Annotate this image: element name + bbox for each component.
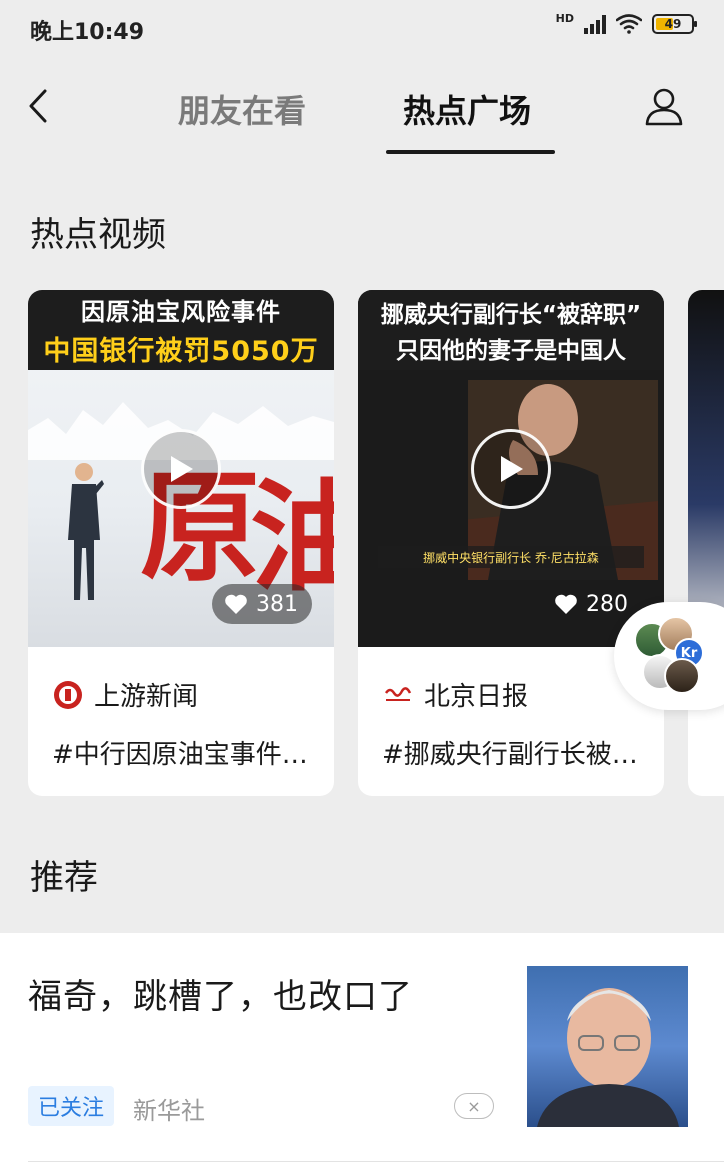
avatar bbox=[664, 658, 700, 694]
article-thumbnail[interactable] bbox=[527, 966, 688, 1127]
network-type-label: HD bbox=[555, 11, 574, 25]
recommend-article[interactable]: 福奇，跳槽了，也改口了 已关注 新华社 × bbox=[0, 933, 724, 1162]
like-count-value: 381 bbox=[256, 591, 298, 617]
video-source: 上游新闻 bbox=[52, 676, 198, 713]
battery-level: 49 bbox=[664, 17, 682, 31]
person-icon bbox=[645, 88, 683, 126]
status-bar: 晚上10:49 HD 49 bbox=[0, 0, 724, 56]
wifi-icon bbox=[616, 14, 642, 34]
publisher-logo-icon bbox=[54, 680, 82, 709]
heart-icon bbox=[225, 594, 247, 614]
article-source: 新华社 bbox=[133, 1097, 205, 1125]
like-count: 280 bbox=[542, 584, 642, 624]
video-thumbnail[interactable] bbox=[688, 290, 724, 647]
chevron-left-icon bbox=[29, 89, 47, 123]
back-button[interactable] bbox=[18, 84, 58, 128]
video-card[interactable] bbox=[688, 290, 724, 796]
publisher-logo-icon bbox=[384, 686, 412, 701]
video-thumbnail[interactable]: 挪威央行副行长“被辞职” 只因他的妻子是中国人 挪威中央银行副行长 乔·尼古拉森… bbox=[358, 290, 664, 647]
heart-icon bbox=[555, 594, 577, 614]
play-icon bbox=[501, 456, 523, 482]
play-button[interactable] bbox=[141, 429, 221, 509]
video-headline: 因原油宝风险事件 中国银行被罚5050万 bbox=[28, 290, 334, 370]
video-thumbnail[interactable]: 原 油 因原油宝风险事件 中国银行被罚5050万 381 bbox=[28, 290, 334, 647]
headline-line: 挪威央行副行长“被辞职” bbox=[380, 302, 642, 328]
status-icons: HD 49 bbox=[555, 11, 697, 34]
publisher-name: 上游新闻 bbox=[94, 682, 199, 712]
like-count-value: 280 bbox=[586, 591, 628, 617]
play-icon bbox=[171, 456, 193, 482]
businessman-figure bbox=[68, 463, 104, 600]
section-title-recommend: 推荐 bbox=[30, 858, 98, 898]
headline-line: 因原油宝风险事件 bbox=[81, 298, 281, 326]
active-tab-indicator bbox=[386, 150, 555, 154]
status-time: 晚上10:49 bbox=[30, 20, 145, 45]
video-headline: 挪威央行副行长“被辞职” 只因他的妻子是中国人 bbox=[358, 290, 664, 370]
followed-badge: 已关注 bbox=[28, 1086, 115, 1126]
headline-line: 中国银行被罚5050万 bbox=[43, 336, 319, 367]
publisher-name: 北京日报 bbox=[424, 682, 529, 712]
portrait-photo bbox=[537, 988, 679, 1127]
headline-line: 只因他的妻子是中国人 bbox=[396, 338, 626, 364]
video-source: 北京日报 bbox=[382, 676, 528, 713]
play-button[interactable] bbox=[471, 429, 551, 509]
signal-icon bbox=[584, 14, 606, 34]
tab-friends-watching[interactable]: 朋友在看 bbox=[178, 86, 306, 132]
article-title[interactable]: 福奇，跳槽了，也改口了 bbox=[28, 969, 413, 1018]
battery-icon: 49 bbox=[652, 14, 697, 34]
floating-avatars-widget[interactable]: Kr bbox=[614, 602, 724, 710]
video-card[interactable]: 原 油 因原油宝风险事件 中国银行被罚5050万 381 上游新闻 #中行因原油… bbox=[28, 290, 334, 796]
video-card[interactable]: 挪威央行副行长“被辞职” 只因他的妻子是中国人 挪威中央银行副行长 乔·尼古拉森… bbox=[358, 290, 664, 796]
top-nav: 朋友在看 热点广场 bbox=[0, 56, 724, 156]
video-topic[interactable]: #挪威央行副行长被辞职 bbox=[382, 734, 652, 771]
tab-hot-square[interactable]: 热点广场 bbox=[403, 86, 531, 132]
profile-button[interactable] bbox=[640, 82, 688, 130]
like-count: 381 bbox=[212, 584, 312, 624]
dismiss-button[interactable]: × bbox=[454, 1093, 494, 1119]
video-caption: 挪威中央银行副行长 乔·尼古拉森 bbox=[378, 546, 644, 568]
section-title-hot-videos: 热点视频 bbox=[30, 215, 166, 255]
video-topic[interactable]: #中行因原油宝事件被罚5050万 bbox=[52, 734, 322, 771]
